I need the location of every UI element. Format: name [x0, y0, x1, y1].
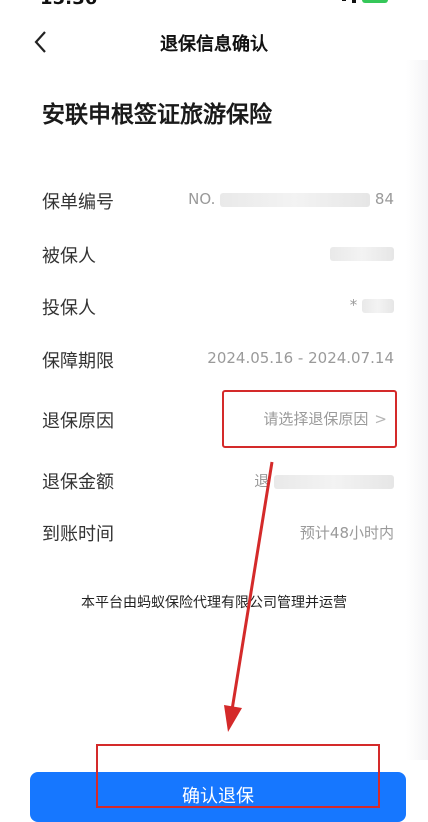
confirm-highlight-box [96, 744, 380, 808]
annotation-arrow [224, 461, 274, 732]
